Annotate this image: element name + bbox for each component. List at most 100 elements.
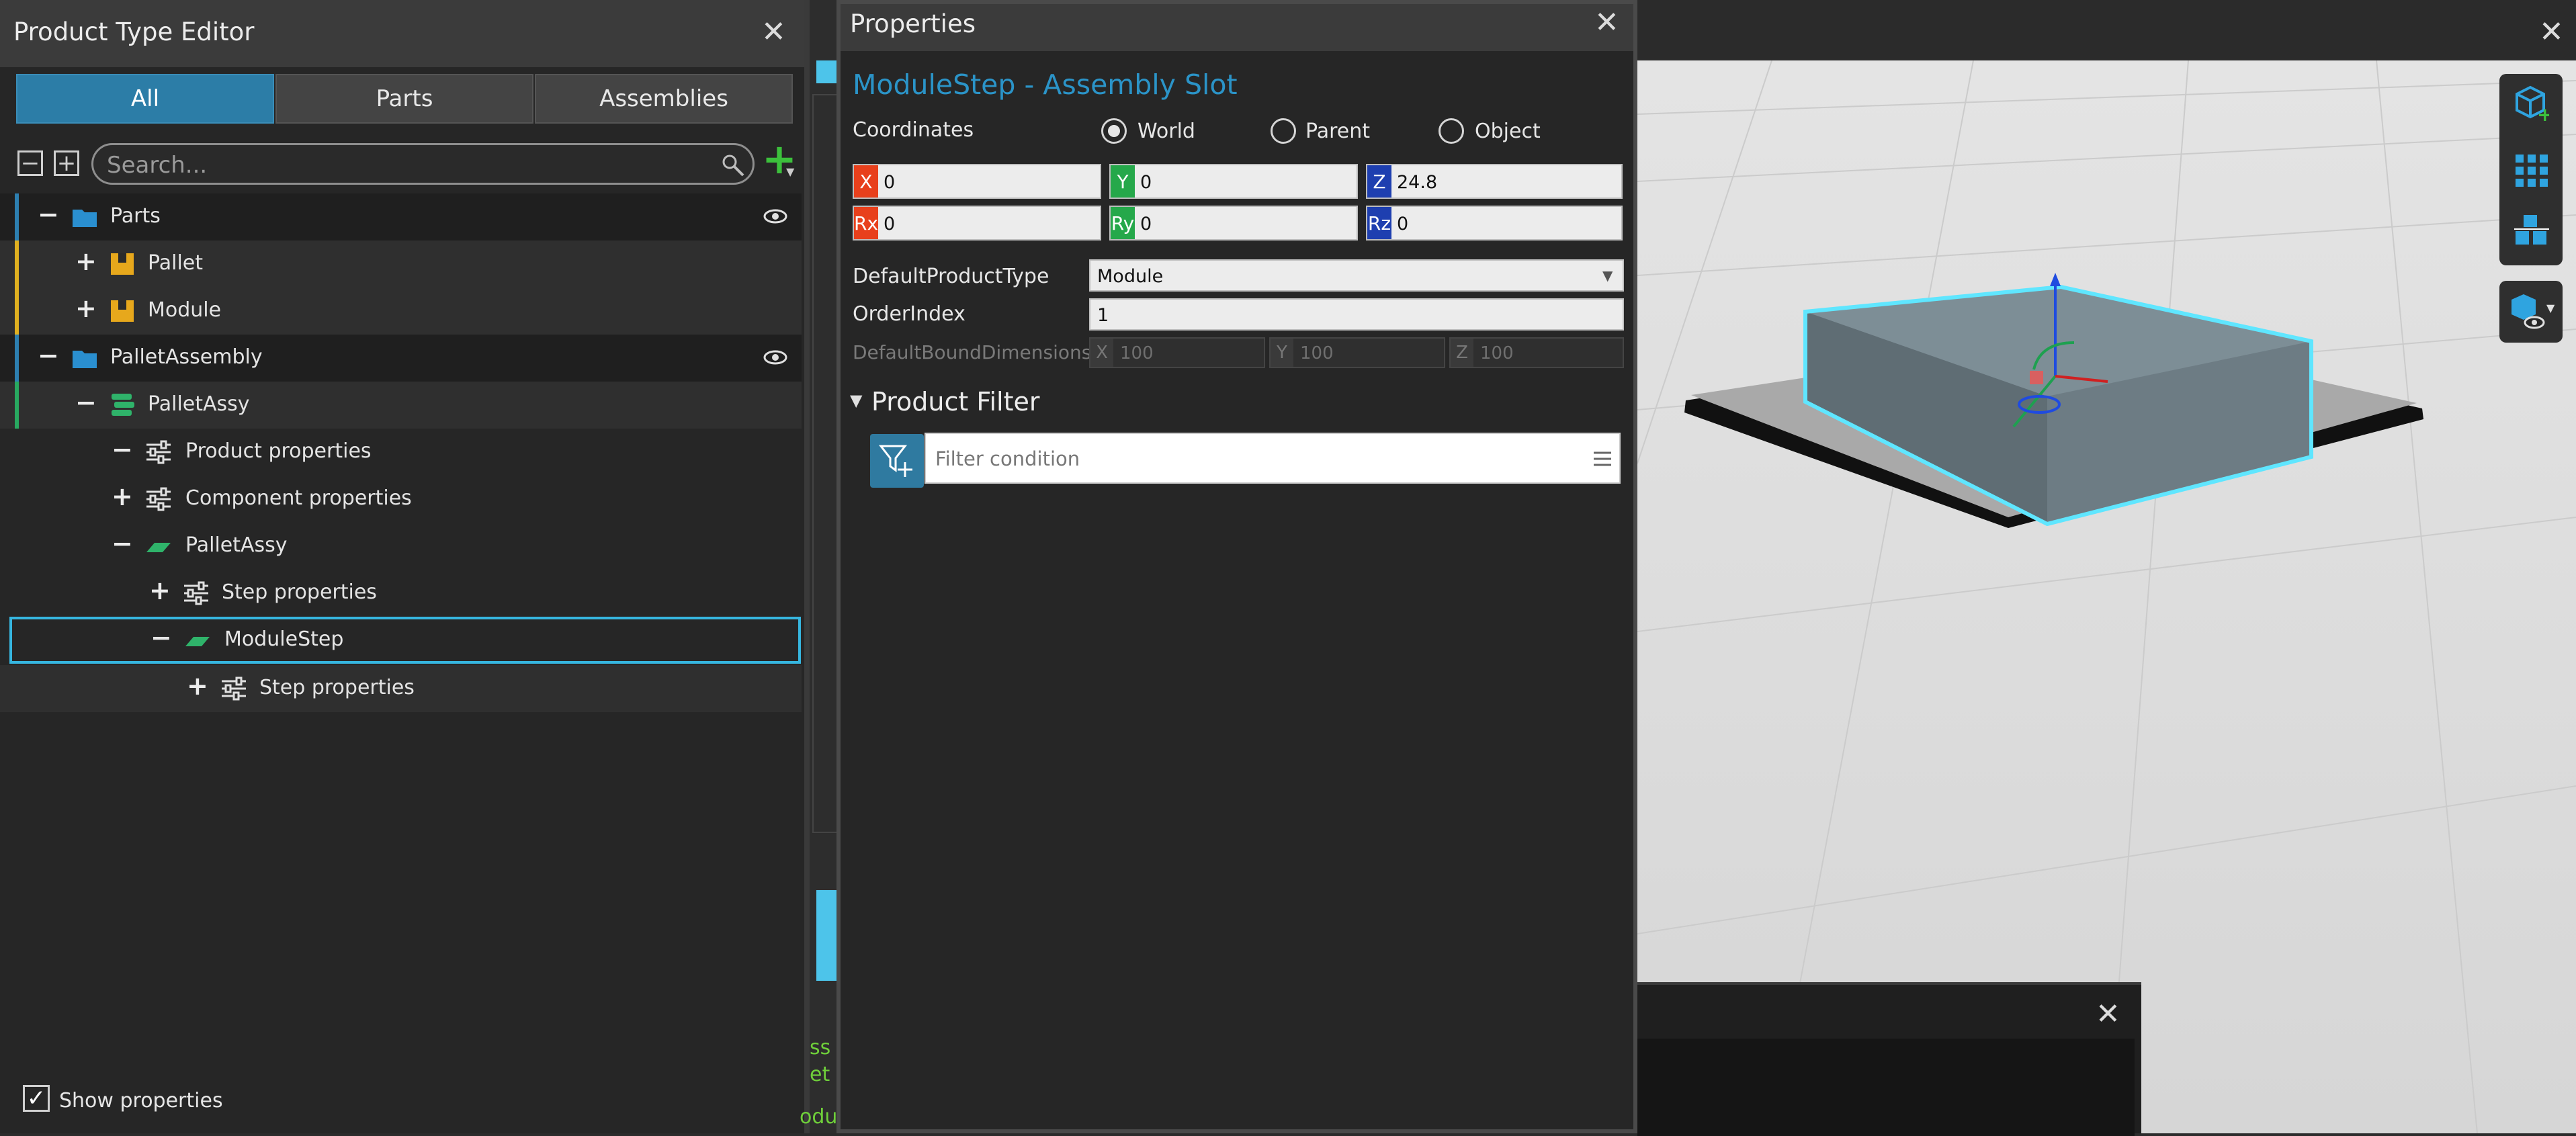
- rz-tag: Rz: [1367, 207, 1391, 239]
- search-box: [91, 143, 755, 185]
- product-filter-section-header[interactable]: ▼ Product Filter: [850, 387, 1186, 421]
- expand-all-button[interactable]: +: [54, 150, 79, 176]
- close-icon[interactable]: ✕: [1594, 8, 1619, 38]
- expand-all-icon: +: [56, 150, 77, 177]
- radio-parent[interactable]: Parent: [1271, 117, 1405, 146]
- cube-visibility-icon[interactable]: ▼: [2509, 292, 2556, 332]
- step-slab-icon: [185, 637, 210, 646]
- radio-world[interactable]: World: [1101, 117, 1236, 146]
- radio-object-label: Object: [1475, 120, 1541, 143]
- 3d-scene[interactable]: [1637, 60, 2576, 1133]
- search-input[interactable]: [105, 149, 713, 181]
- tree-node-step-properties[interactable]: + Step properties: [0, 665, 802, 712]
- grid-icon[interactable]: [2514, 153, 2549, 188]
- eye-icon[interactable]: [763, 349, 787, 365]
- radio-parent-indicator[interactable]: [1271, 118, 1296, 144]
- add-product-type-button[interactable]: + ▼: [761, 134, 797, 185]
- tree-node-label: Module: [148, 298, 222, 322]
- collapse-toggle[interactable]: −: [112, 531, 133, 556]
- rz-field[interactable]: Rz 0: [1366, 206, 1623, 241]
- tree-node-pallet-assembly[interactable]: − PalletAssembly: [0, 335, 802, 382]
- viewport-titlebar: ✕: [1637, 0, 2576, 60]
- z-field[interactable]: Z 24.8: [1366, 164, 1623, 199]
- viewport-visibility-menu[interactable]: ▼: [2499, 281, 2563, 343]
- sliders-icon: [146, 440, 171, 464]
- bound-x-tag: X: [1090, 339, 1113, 367]
- expand-toggle[interactable]: +: [112, 484, 133, 509]
- layout-blocks-icon[interactable]: [2514, 214, 2549, 249]
- step-slab-icon: [146, 543, 171, 552]
- tree-node-label: Step properties: [259, 676, 415, 699]
- ry-field[interactable]: Ry 0: [1109, 206, 1358, 241]
- collapse-toggle[interactable]: −: [38, 202, 59, 227]
- bound-y-field: Y 100: [1269, 337, 1445, 368]
- tree-node-pallet-assy[interactable]: − PalletAssy: [0, 382, 802, 429]
- 3d-viewport[interactable]: [1637, 60, 2576, 1133]
- x-value: 0: [884, 172, 896, 193]
- expand-toggle[interactable]: +: [149, 578, 171, 603]
- add-filter-button[interactable]: [870, 434, 924, 488]
- menu-icon[interactable]: [1592, 450, 1613, 468]
- default-bound-dimensions-label: DefaultBoundDimensions: [853, 341, 1092, 363]
- default-product-type-value: Module: [1097, 266, 1164, 287]
- background-tab-marker: [816, 60, 836, 83]
- collapse-toggle[interactable]: −: [38, 343, 59, 368]
- tree-node-pallet[interactable]: + Pallet: [0, 241, 802, 288]
- search-icon[interactable]: [721, 153, 745, 177]
- tree-node-pallet-assy-step[interactable]: − PalletAssy: [0, 523, 802, 570]
- tree-node-parts[interactable]: − Parts: [0, 193, 802, 241]
- tab-all[interactable]: All: [16, 74, 274, 124]
- radio-object-indicator[interactable]: [1439, 118, 1464, 144]
- product-filter-label: Product Filter: [871, 387, 1040, 417]
- tree-node-label: PalletAssembly: [110, 345, 263, 369]
- collapse-toggle[interactable]: −: [75, 390, 97, 415]
- add-cube-icon[interactable]: +: [2514, 85, 2549, 122]
- expand-toggle[interactable]: +: [75, 249, 97, 274]
- collapse-toggle[interactable]: −: [112, 437, 133, 462]
- order-index-value: 1: [1097, 305, 1109, 326]
- tree-node-label: Parts: [110, 204, 161, 228]
- bound-z-field: Z 100: [1449, 337, 1624, 368]
- filter-condition-input[interactable]: Filter condition: [925, 433, 1621, 484]
- collapse-all-button[interactable]: −: [17, 150, 43, 176]
- tab-parts[interactable]: Parts: [275, 74, 533, 124]
- viewport-toolbar: +: [2499, 74, 2563, 265]
- tree-node-label: Product properties: [185, 439, 372, 463]
- tree-node-label: Component properties: [185, 486, 412, 510]
- tree-node-label: Step properties: [222, 580, 377, 604]
- collapse-all-icon: −: [20, 150, 40, 177]
- background-panel-strip: ss et: [810, 0, 840, 1133]
- properties-heading: ModuleStep - Assembly Slot: [853, 69, 1238, 101]
- rx-field[interactable]: Rx 0: [853, 206, 1101, 241]
- tree-node-component-properties[interactable]: + Component properties: [0, 476, 802, 523]
- collapse-toggle[interactable]: −: [151, 625, 172, 650]
- radio-world-indicator[interactable]: [1101, 118, 1127, 144]
- y-tag: Y: [1111, 165, 1135, 198]
- y-field[interactable]: Y 0: [1109, 164, 1358, 199]
- tree-node-label: PalletAssy: [185, 533, 288, 557]
- eye-icon[interactable]: [763, 208, 787, 224]
- x-field[interactable]: X 0: [853, 164, 1101, 199]
- expand-toggle[interactable]: +: [187, 673, 208, 699]
- tree-node-module[interactable]: + Module: [0, 288, 802, 335]
- order-index-input[interactable]: 1: [1089, 298, 1624, 331]
- default-product-type-select[interactable]: Module ▼: [1089, 259, 1624, 292]
- tab-assemblies[interactable]: Assemblies: [535, 74, 793, 124]
- titlebar-underline: [841, 44, 1633, 51]
- close-icon[interactable]: ✕: [2096, 1000, 2120, 1029]
- radio-world-label: World: [1137, 120, 1195, 143]
- close-icon[interactable]: ✕: [761, 17, 786, 47]
- show-properties-toggle[interactable]: ✓ Show properties: [23, 1085, 332, 1119]
- product-type-editor-titlebar: Product Type Editor ✕: [0, 0, 804, 67]
- tree-node-step-properties[interactable]: + Step properties: [0, 570, 802, 617]
- collapse-caret-icon: ▼: [850, 391, 863, 410]
- folder-icon: [73, 351, 97, 368]
- close-icon[interactable]: ✕: [2539, 17, 2564, 47]
- show-properties-label: Show properties: [59, 1089, 223, 1112]
- tree-node-module-step-selected[interactable]: − ModuleStep: [9, 617, 801, 664]
- expand-toggle[interactable]: +: [75, 296, 97, 321]
- show-properties-checkbox[interactable]: ✓: [23, 1085, 50, 1112]
- tree-node-product-properties[interactable]: − Product properties: [0, 429, 802, 476]
- radio-object[interactable]: Object: [1439, 117, 1573, 146]
- svg-text:▼: ▼: [2546, 302, 2555, 314]
